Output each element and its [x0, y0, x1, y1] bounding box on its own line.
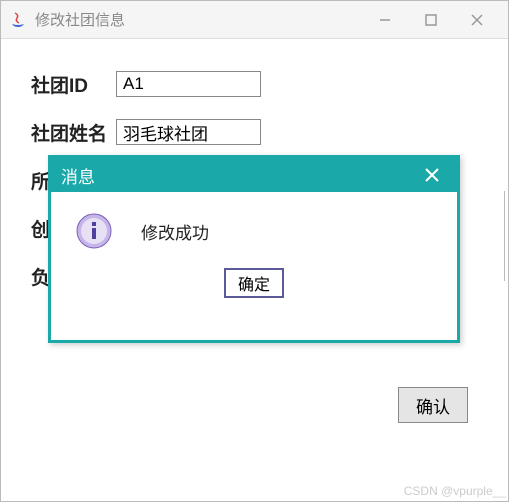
dialog-message: 修改成功: [141, 219, 209, 244]
message-dialog: 消息 修改成功 确定: [48, 155, 460, 343]
ok-button[interactable]: 确定: [224, 268, 284, 298]
form-row-id: 社团ID: [31, 69, 488, 99]
main-window: 修改社团信息 社团ID 社团姓名 所 创 负: [0, 0, 509, 502]
minimize-button[interactable]: [362, 4, 408, 36]
dialog-close-icon[interactable]: [417, 160, 447, 190]
dialog-title: 消息: [61, 163, 417, 188]
edge-decoration: [504, 191, 508, 281]
input-club-id[interactable]: [116, 71, 261, 97]
dialog-titlebar: 消息: [51, 158, 457, 192]
watermark: CSDN @vpurple__: [404, 484, 506, 498]
window-title: 修改社团信息: [35, 9, 362, 30]
label-club-id: 社团ID: [31, 71, 116, 98]
dialog-footer: 确定: [51, 260, 457, 312]
info-icon: [75, 212, 113, 250]
input-club-name[interactable]: [116, 119, 261, 145]
window-controls: [362, 4, 500, 36]
titlebar: 修改社团信息: [1, 1, 508, 39]
close-button[interactable]: [454, 4, 500, 36]
confirm-button[interactable]: 确认: [398, 387, 468, 423]
form-row-name: 社团姓名: [31, 117, 488, 147]
label-club-name: 社团姓名: [31, 119, 116, 146]
dialog-body: 修改成功: [51, 192, 457, 260]
maximize-button[interactable]: [408, 4, 454, 36]
java-icon: [9, 11, 27, 29]
